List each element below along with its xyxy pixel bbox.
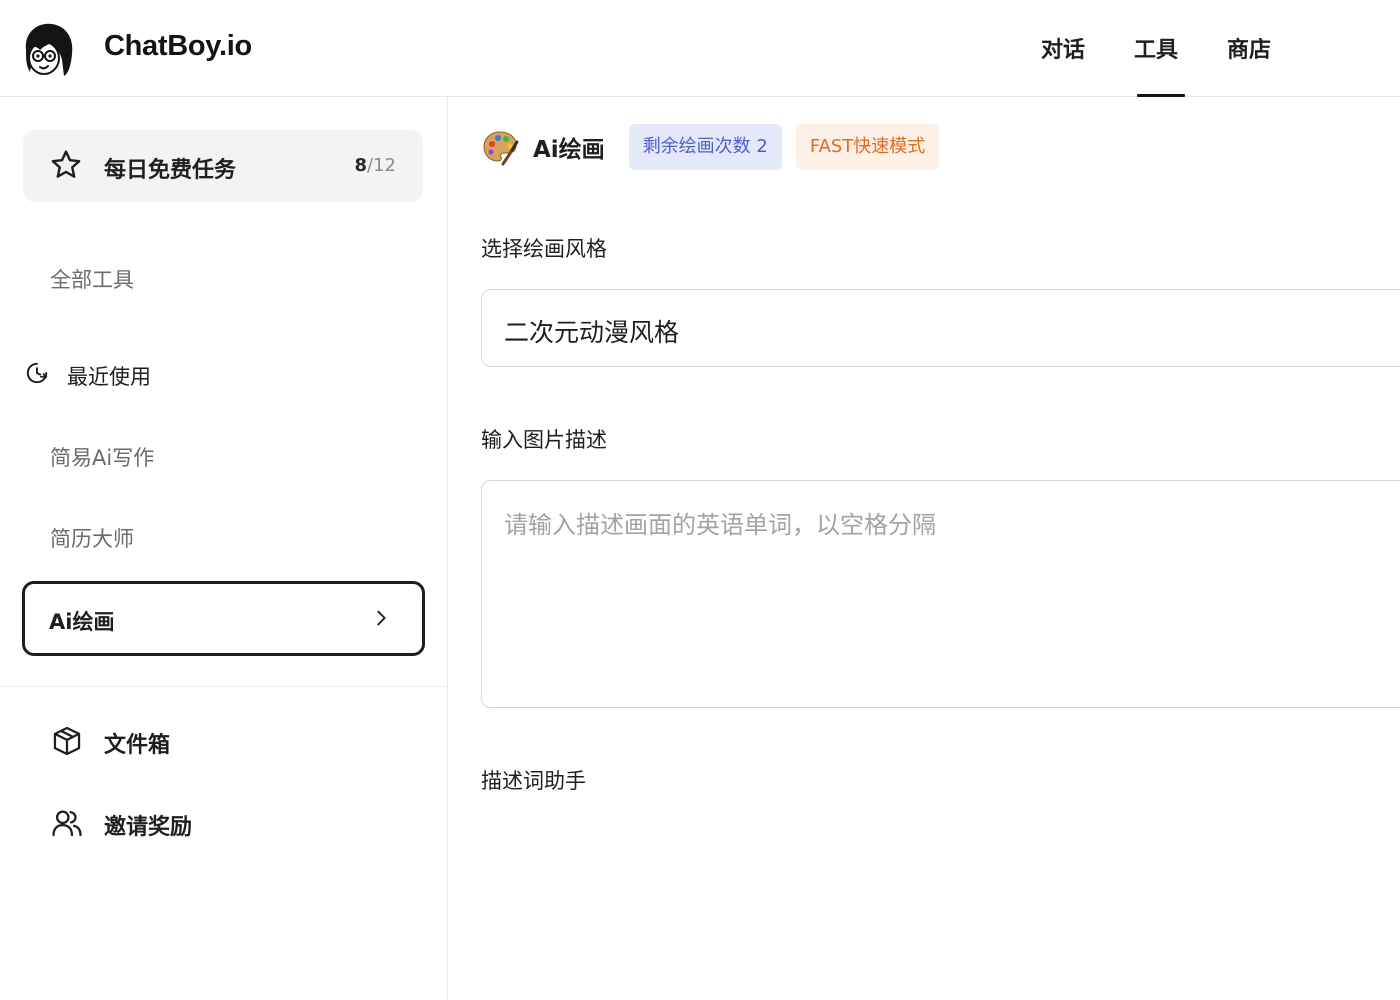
nav-tools[interactable]: 工具 [1134,32,1178,64]
recent-heading-label: 最近使用 [67,364,151,389]
main-content: Ai绘画 剩余绘画次数 2 FAST快速模式 选择绘画风格 二次元动漫风格 输入… [449,97,1400,1000]
description-label: 输入图片描述 [481,428,607,452]
chatboy-logo-icon[interactable] [20,20,76,78]
box-icon [50,723,84,763]
sidebar-item-simple-writing[interactable]: 简易Ai写作 [50,442,154,472]
nav-store[interactable]: 商店 [1227,32,1271,64]
top-header: ChatBoy.io 对话 工具 商店 [0,0,1400,97]
style-select[interactable]: 二次元动漫风格 [481,289,1400,367]
daily-task-count: 8/12 [355,155,397,176]
style-select-value: 二次元动漫风格 [504,318,680,347]
brand-name[interactable]: ChatBoy.io [104,30,252,63]
star-icon [49,148,83,186]
sidebar-item-ai-drawing-label: Ai绘画 [49,610,115,634]
daily-task-done: 8 [354,155,368,176]
daily-task-label: 每日免费任务 [104,158,237,183]
sidebar-item-file-box[interactable]: 文件箱 [50,723,170,763]
tool-title: Ai绘画 [533,137,605,163]
remaining-count-badge: 剩余绘画次数 2 [628,124,782,170]
invite-rewards-label: 邀请奖励 [104,815,193,840]
fast-mode-badge[interactable]: FAST快速模式 [795,124,940,170]
palette-icon [481,128,519,166]
users-icon [50,805,84,845]
daily-task-card[interactable]: 每日免费任务 8/12 [23,130,423,202]
style-label: 选择绘画风格 [481,237,607,261]
sidebar-item-resume-master[interactable]: 简历大师 [50,523,134,553]
description-input[interactable] [481,480,1400,708]
daily-task-total: /12 [367,155,396,176]
recent-heading: 最近使用 [24,360,151,391]
file-box-label: 文件箱 [104,733,171,758]
tool-header: Ai绘画 剩余绘画次数 2 FAST快速模式 [481,124,940,170]
nav-chat[interactable]: 对话 [1041,32,1085,64]
sidebar-item-all-tools[interactable]: 全部工具 [50,264,134,294]
chevron-right-icon [370,607,392,633]
sidebar: 每日免费任务 8/12 全部工具 最近使用 简易Ai写作 简历大师 Ai绘画 文… [0,97,448,1000]
clock-icon [24,360,50,391]
sidebar-item-invite-rewards[interactable]: 邀请奖励 [50,805,192,845]
sidebar-divider [0,686,447,687]
sidebar-item-ai-drawing[interactable]: Ai绘画 [22,581,425,656]
prompt-helper-label: 描述词助手 [481,769,586,793]
